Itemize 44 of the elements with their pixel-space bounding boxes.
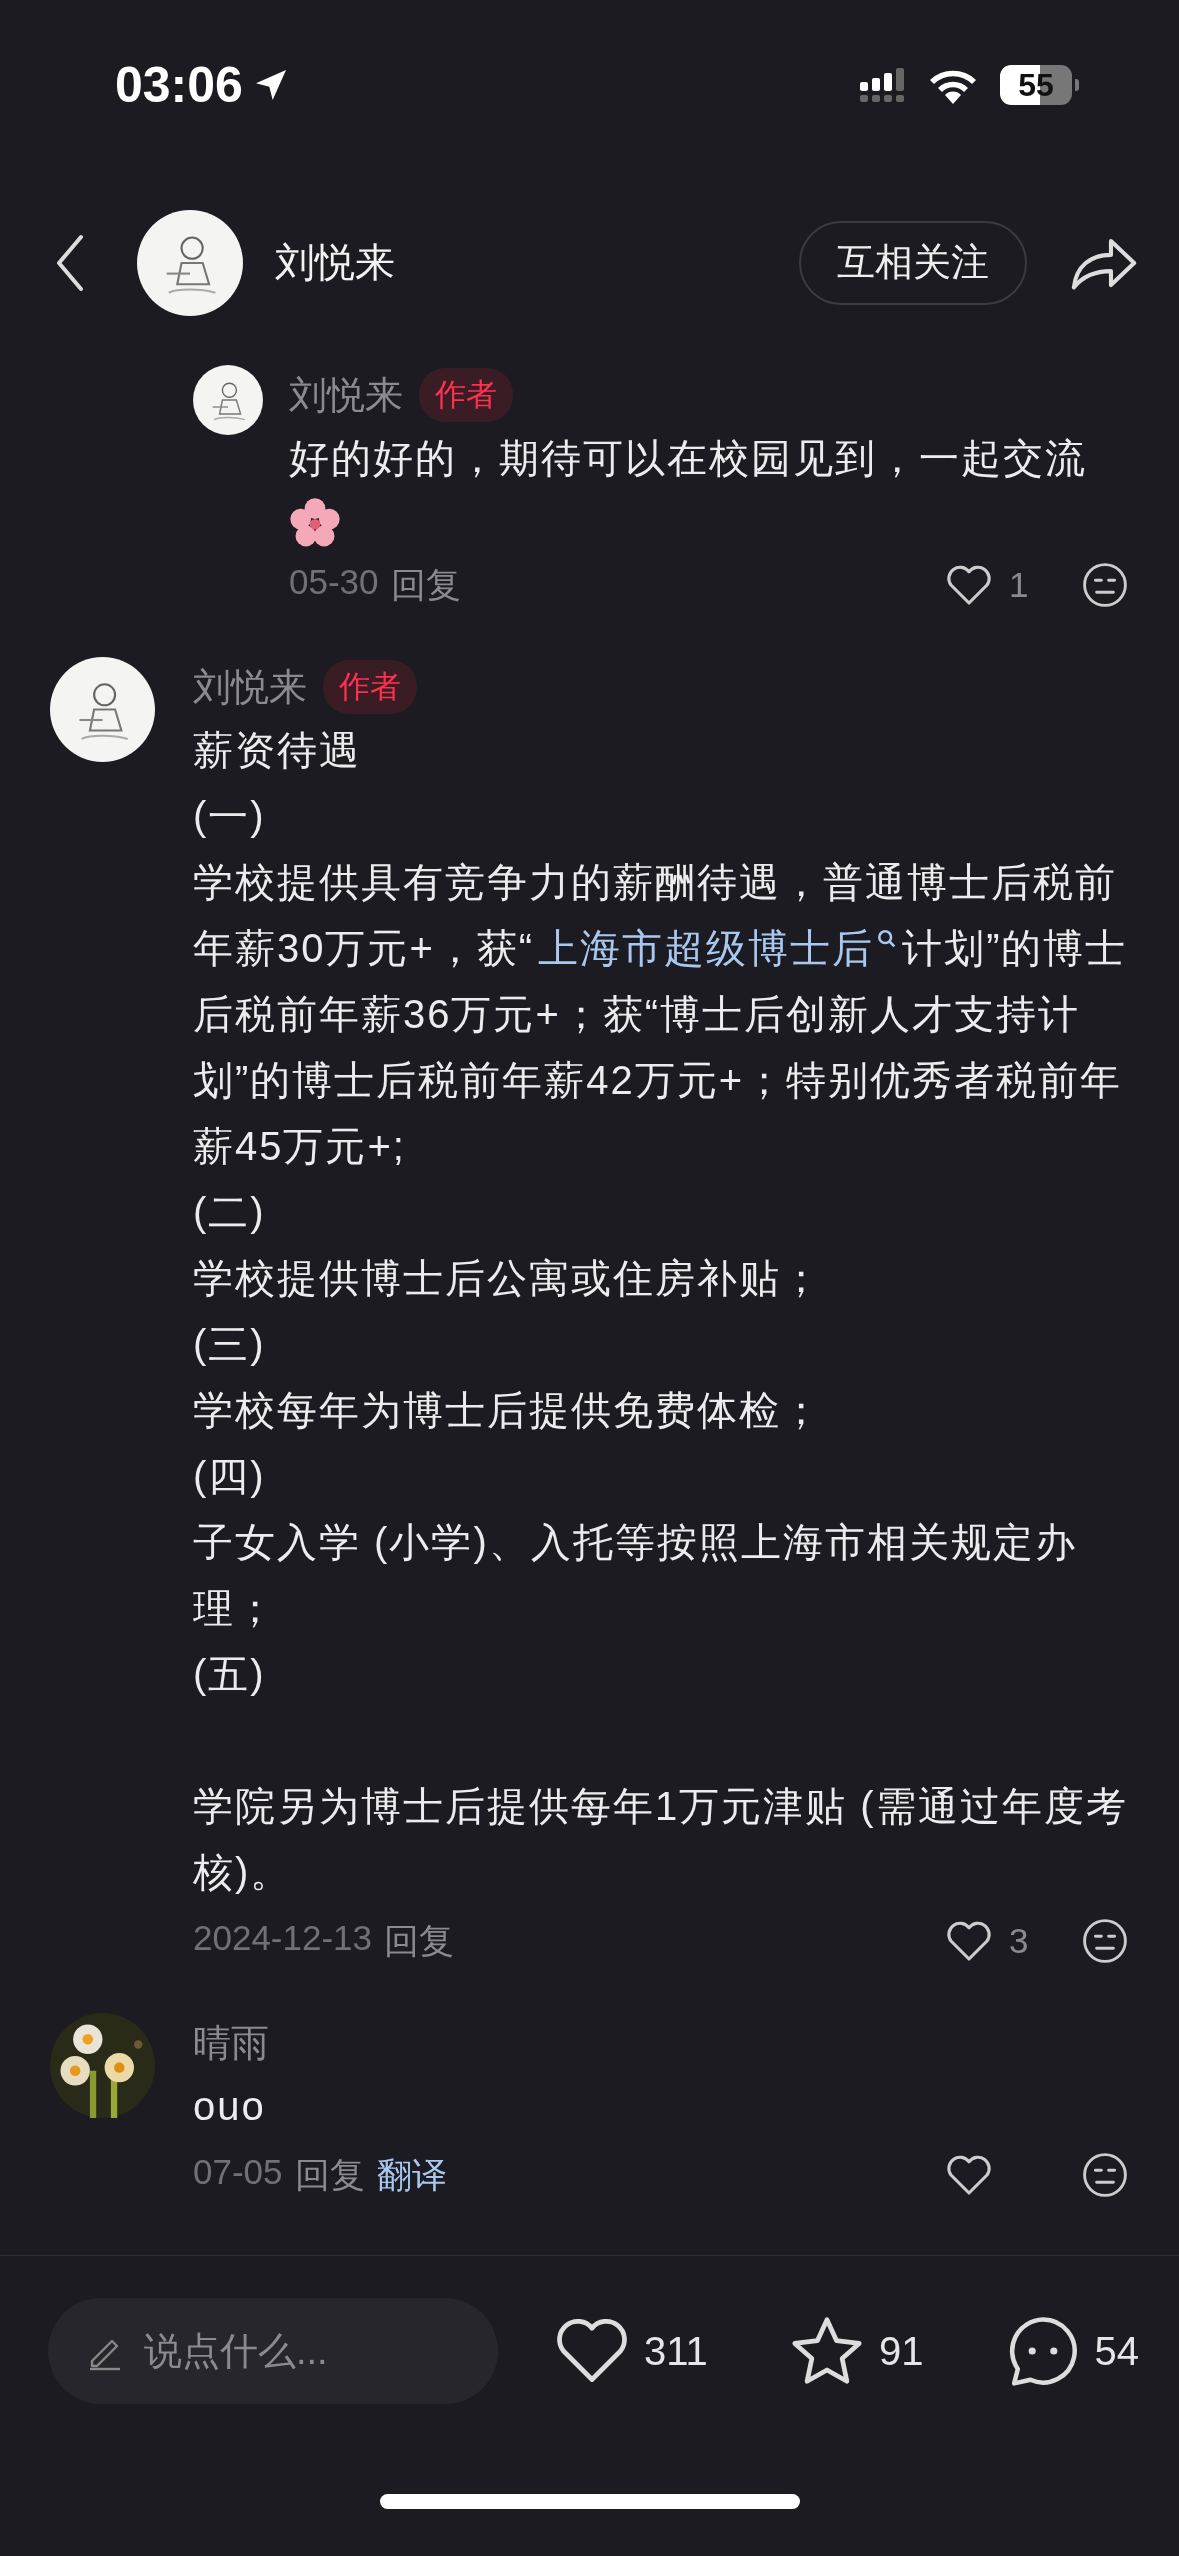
comment-text: (二)	[193, 1189, 267, 1236]
signal-icon	[860, 68, 906, 102]
comment-text: 学校每年为博士后提供免费体检；	[193, 1387, 824, 1434]
comment-text: 学校提供博士后公寓或住房补贴；	[193, 1255, 824, 1302]
commenter-name[interactable]: 刘悦来	[289, 369, 403, 421]
search-link[interactable]: 上海市超级博士后	[538, 926, 899, 970]
translate-link[interactable]: 翻译	[376, 2151, 447, 2199]
comment-text: 好的好的，期待可以在校园见到，一起交流	[289, 425, 1129, 549]
blossom-icon	[289, 497, 341, 549]
author-badge: 作者	[419, 368, 513, 422]
author-badge: 作者	[323, 660, 417, 714]
like-icon[interactable]	[945, 1919, 993, 1963]
comment-date: 05-30	[289, 561, 379, 603]
comment-input[interactable]: 说点什么...	[48, 2298, 498, 2404]
status-time: 03:06	[115, 56, 243, 114]
comment-text: 学院另为博士后提供每年1万元津贴 (需通过年度考核)。	[193, 1783, 1129, 1896]
reply-link[interactable]: 回复	[384, 1917, 455, 1965]
comment-text: 子女入学 (小学)、入托等按照上海市相关规定办理；	[193, 1519, 1078, 1632]
action-count: 91	[878, 2328, 924, 2374]
like-count: 3	[1009, 1921, 1029, 1961]
emoji-face-icon[interactable]	[1081, 2151, 1129, 2199]
back-icon[interactable]	[55, 232, 85, 293]
comment-text: (四)	[193, 1453, 267, 1500]
commenter-name[interactable]: 晴雨	[193, 2017, 269, 2069]
author-name: 刘悦来	[275, 239, 396, 286]
comment-date: 2024-12-13	[193, 1917, 373, 1959]
commenter-name[interactable]: 刘悦来	[193, 661, 307, 713]
comment-text: 薪资待遇	[193, 727, 362, 774]
action-count: 54	[1094, 2328, 1139, 2374]
comment-text: (一)	[193, 793, 267, 840]
reply-link[interactable]: 回复	[294, 2151, 365, 2199]
comment-text: ouo	[193, 2083, 267, 2130]
emoji-face-icon[interactable]	[1081, 1917, 1129, 1965]
emoji-face-icon[interactable]	[1081, 561, 1129, 609]
like-icon[interactable]	[945, 2153, 993, 2197]
comment-text: 学校提供具有竞争力的薪酬待遇，普通博士后税前年薪30万元+，获“上海市超级博士后 计划”的博士后税前年薪36万元+；获“博士后创新人才支持计划”的博士后税前年薪42万元+；特别优秀者税前年薪45万元+;	[193, 859, 1129, 1170]
reply-link[interactable]: 回复	[390, 561, 461, 609]
comment-text: (五)	[193, 1651, 267, 1698]
follow-button[interactable]: 互相关注	[799, 220, 1027, 305]
comment-date: 07-05	[193, 2151, 283, 2193]
action-count: 311	[644, 2328, 708, 2374]
like-icon[interactable]	[945, 563, 993, 607]
like-count: 1	[1009, 565, 1029, 605]
comment-text: (三)	[193, 1321, 267, 1368]
